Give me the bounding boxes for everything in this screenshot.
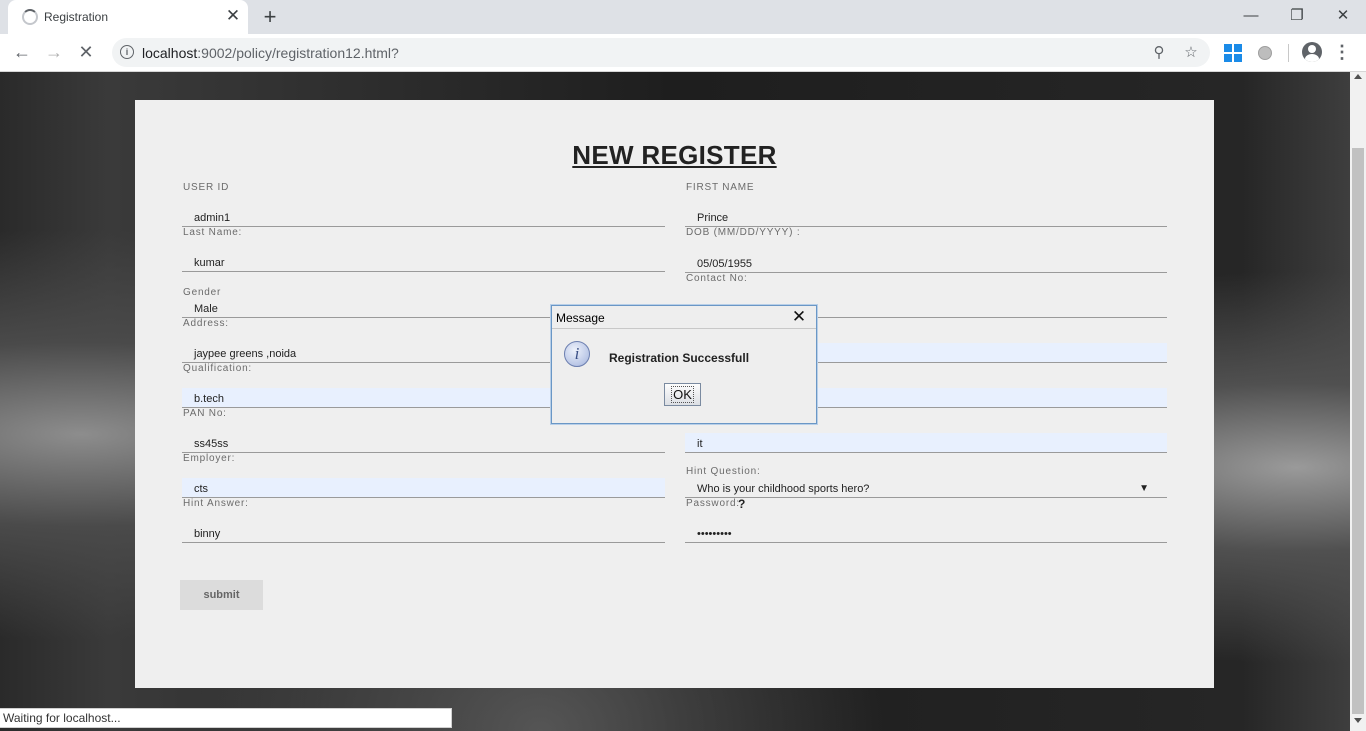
url-text[interactable]: localhost:9002/policy/registration12.htm…: [142, 45, 399, 61]
loading-spinner-icon: [22, 9, 38, 25]
site-info-icon[interactable]: i: [120, 45, 134, 59]
first-name-label: FIRST NAME: [686, 182, 755, 193]
restore-button[interactable]: ❐: [1274, 3, 1320, 29]
hint-answer-label: Hint Answer:: [183, 498, 249, 509]
pan-no-label: PAN No:: [183, 408, 227, 419]
window-close-button[interactable]: ✕: [1320, 3, 1366, 29]
url-path: :9002/policy/registration12.html?: [197, 45, 399, 61]
last-name-input[interactable]: kumar: [182, 252, 665, 272]
status-bar: Waiting for localhost...: [0, 708, 452, 728]
tab-registration[interactable]: Registration ✕: [8, 0, 248, 34]
user-id-input[interactable]: admin1: [182, 207, 665, 227]
scroll-up-icon[interactable]: [1354, 74, 1362, 79]
first-name-input[interactable]: Prince: [685, 207, 1167, 227]
dob-label: DOB (MM/DD/YYYY) :: [686, 227, 801, 238]
browser-toolbar: ← → ✕ i localhost:9002/policy/registrati…: [0, 34, 1366, 72]
toolbar-separator: [1288, 44, 1289, 62]
extension-icon[interactable]: [1255, 43, 1275, 63]
page-title: NEW REGISTER: [572, 140, 777, 170]
address-label: Address:: [183, 318, 229, 329]
dob-input[interactable]: 05/05/1955: [685, 253, 1167, 273]
dialog-divider: [552, 328, 816, 329]
user-id-label: USER ID: [183, 182, 230, 193]
scroll-down-icon[interactable]: [1354, 718, 1362, 723]
ok-button-label: OK: [671, 386, 694, 403]
stop-loading-icon[interactable]: ✕: [74, 40, 98, 64]
dialog-close-icon[interactable]: ✕: [790, 308, 808, 326]
contact-no-label: Contact No:: [686, 273, 748, 284]
profile-avatar-icon[interactable]: [1302, 42, 1322, 62]
chevron-down-icon: ▼: [1139, 483, 1149, 494]
password-input[interactable]: •••••••••: [685, 523, 1167, 543]
right-field-row6-input[interactable]: it: [685, 433, 1167, 453]
zoom-icon[interactable]: ⚲: [1148, 42, 1170, 64]
last-name-label: Last Name:: [183, 227, 243, 238]
hint-question-select[interactable]: Who is your childhood sports hero? ▼: [685, 478, 1167, 498]
url-host: localhost: [142, 45, 198, 61]
information-icon: i: [564, 341, 590, 367]
hint-answer-input[interactable]: binny: [182, 523, 665, 543]
submit-button[interactable]: submit: [180, 580, 263, 610]
address-bar[interactable]: i localhost:9002/policy/registration12.h…: [112, 38, 1210, 67]
ok-button[interactable]: OK: [664, 383, 701, 406]
browser-menu-icon[interactable]: ⋮: [1332, 41, 1352, 63]
qualification-label: Qualification:: [183, 363, 253, 374]
page-scrollbar[interactable]: [1350, 72, 1366, 731]
hint-question-label: Hint Question:: [686, 466, 761, 477]
tab-close-icon[interactable]: ✕: [224, 7, 242, 25]
scrollbar-thumb[interactable]: [1352, 148, 1364, 714]
dialog-title: Message: [556, 311, 605, 325]
password-help-icon[interactable]: ?: [738, 497, 745, 511]
forward-icon[interactable]: →: [42, 40, 66, 64]
tab-strip: Registration ✕ + — ❐ ✕: [0, 0, 1366, 34]
hint-question-value: Who is your childhood sports hero?: [697, 483, 870, 495]
message-dialog: Message ✕ i Registration Successfull OK: [551, 305, 817, 424]
tab-title: Registration: [44, 10, 109, 24]
employer-label: Employer:: [183, 453, 236, 464]
employer-input[interactable]: cts: [182, 478, 665, 498]
gender-label: Gender: [183, 287, 222, 298]
windows-extension-icon[interactable]: [1223, 43, 1243, 63]
password-label: Password:: [686, 498, 740, 509]
dialog-message: Registration Successfull: [609, 351, 750, 365]
bookmark-star-icon[interactable]: ☆: [1180, 42, 1202, 64]
back-icon[interactable]: ←: [10, 40, 34, 64]
new-tab-button[interactable]: +: [258, 5, 282, 29]
minimize-button[interactable]: —: [1228, 3, 1274, 29]
pan-no-input[interactable]: ss45ss: [182, 433, 665, 453]
